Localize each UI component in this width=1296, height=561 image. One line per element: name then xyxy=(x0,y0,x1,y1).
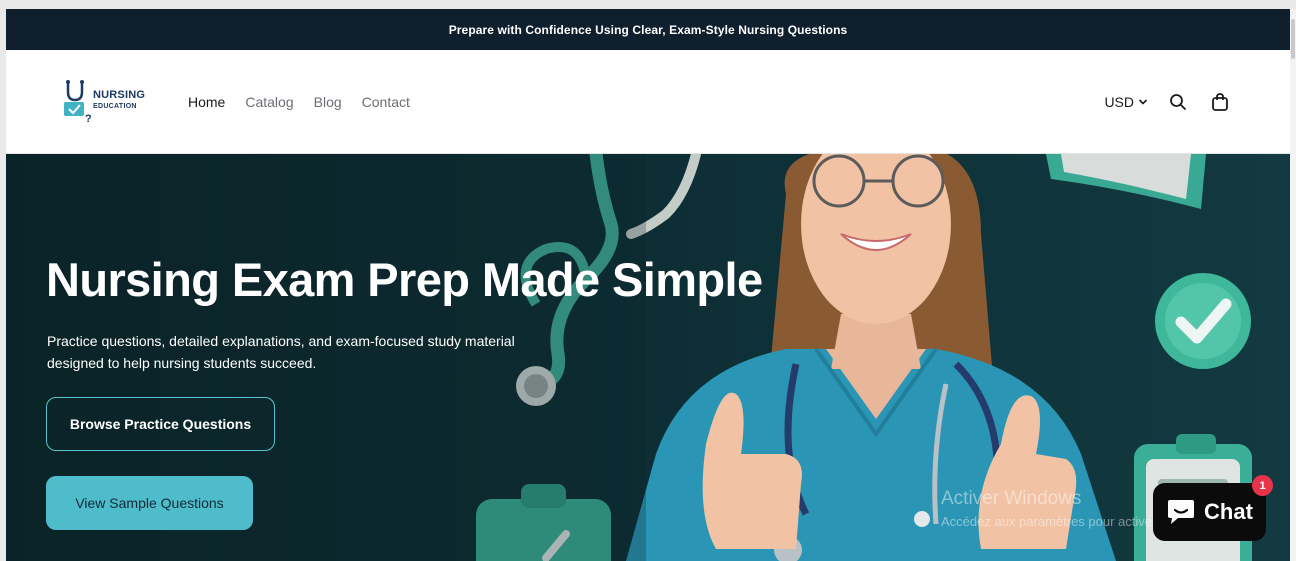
logo-wordmark: NURSING EDUCATION xyxy=(93,89,146,111)
main-nav: Home Catalog Blog Contact xyxy=(188,94,410,110)
browser-page: Prepare with Confidence Using Clear, Exa… xyxy=(6,9,1290,561)
nav-home[interactable]: Home xyxy=(188,94,225,110)
scrollbar-thumb[interactable] xyxy=(1291,19,1295,59)
chat-notification-badge: 1 xyxy=(1252,475,1273,496)
chat-bubble-icon xyxy=(1168,500,1195,524)
currency-selector[interactable]: USD xyxy=(1104,94,1148,110)
site-header: ? NURSING EDUCATION Home Catalog Blog Co… xyxy=(6,50,1290,154)
view-sample-questions-button[interactable]: View Sample Questions xyxy=(46,476,253,530)
nav-contact[interactable]: Contact xyxy=(362,94,410,110)
currency-label: USD xyxy=(1104,94,1134,110)
cart-button[interactable] xyxy=(1208,90,1232,114)
shopping-bag-icon xyxy=(1212,93,1228,111)
browse-practice-questions-button[interactable]: Browse Practice Questions xyxy=(46,397,275,451)
announcement-bar: Prepare with Confidence Using Clear, Exa… xyxy=(6,9,1290,50)
hero-banner: Nursing Exam Prep Made Simple Practice q… xyxy=(6,154,1290,561)
nav-blog[interactable]: Blog xyxy=(314,94,342,110)
logo-line-education: EDUCATION xyxy=(93,103,137,110)
stethoscope-logo-icon: ? xyxy=(64,80,92,124)
site-logo[interactable]: ? NURSING EDUCATION xyxy=(61,78,161,128)
page-scrollbar[interactable] xyxy=(1290,9,1296,561)
nav-catalog[interactable]: Catalog xyxy=(245,94,293,110)
announcement-text: Prepare with Confidence Using Clear, Exa… xyxy=(448,22,848,37)
logo-line-nursing: NURSING xyxy=(93,89,146,101)
search-button[interactable] xyxy=(1166,90,1190,114)
search-icon xyxy=(1170,94,1186,110)
chevron-down-icon xyxy=(1138,99,1148,105)
hero-subtitle: Practice questions, detailed explanation… xyxy=(47,333,515,371)
chat-label: Chat xyxy=(1204,499,1253,524)
chat-button[interactable]: Chat xyxy=(1153,483,1266,541)
svg-text:?: ? xyxy=(85,113,92,124)
header-actions: USD xyxy=(1104,90,1232,114)
hero-title: Nursing Exam Prep Made Simple xyxy=(46,253,763,306)
